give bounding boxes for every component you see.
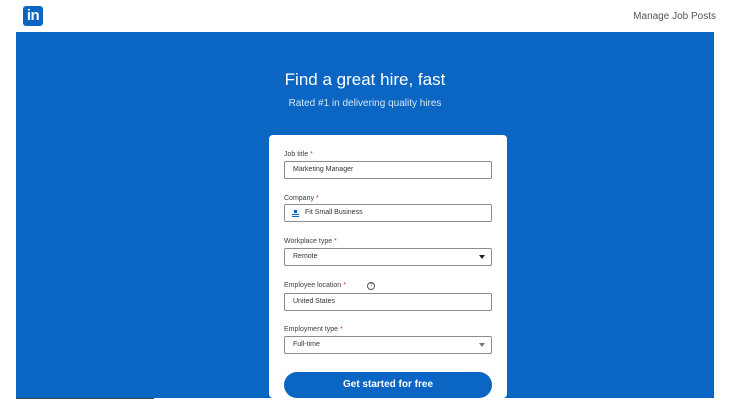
get-started-button[interactable]: Get started for free: [284, 372, 492, 398]
job-title-input[interactable]: Marketing Manager: [284, 161, 492, 179]
divider: [16, 398, 154, 399]
hero-subtitle: Rated #1 in delivering quality hires: [288, 98, 442, 109]
caret-down-icon: [479, 255, 485, 259]
workplace-type-label: Workplace type *: [284, 238, 337, 245]
company-label: Company *: [284, 195, 319, 202]
employment-type-label: Employment type *: [284, 326, 343, 333]
employment-type-select[interactable]: Full-time: [284, 336, 492, 354]
required-marker: *: [343, 282, 346, 289]
required-marker: *: [334, 238, 337, 245]
company-value: Fit Small Business: [305, 209, 363, 216]
workplace-type-value: Remote: [293, 253, 318, 260]
top-nav-bar: in Manage Job Posts: [0, 0, 730, 32]
linkedin-logo[interactable]: in: [23, 6, 43, 26]
job-title-label: Job title *: [284, 151, 313, 158]
help-icon[interactable]: ?: [367, 282, 375, 290]
manage-job-posts-link[interactable]: Manage Job Posts: [633, 11, 716, 22]
employment-type-value: Full-time: [293, 341, 320, 348]
hero-title: Find a great hire, fast: [284, 70, 446, 89]
employee-location-input[interactable]: United States: [284, 293, 492, 311]
required-marker: *: [315, 195, 319, 202]
caret-down-icon: [479, 343, 485, 347]
employee-location-label: Employee location *: [284, 282, 346, 289]
job-post-form-card: Job title * Marketing Manager Company * Fi…: [269, 135, 507, 398]
building-icon: [291, 209, 300, 217]
required-marker: *: [310, 151, 313, 158]
required-marker: *: [340, 326, 343, 333]
company-input[interactable]: Fit Small Business: [284, 204, 492, 222]
workplace-type-select[interactable]: Remote: [284, 248, 492, 266]
